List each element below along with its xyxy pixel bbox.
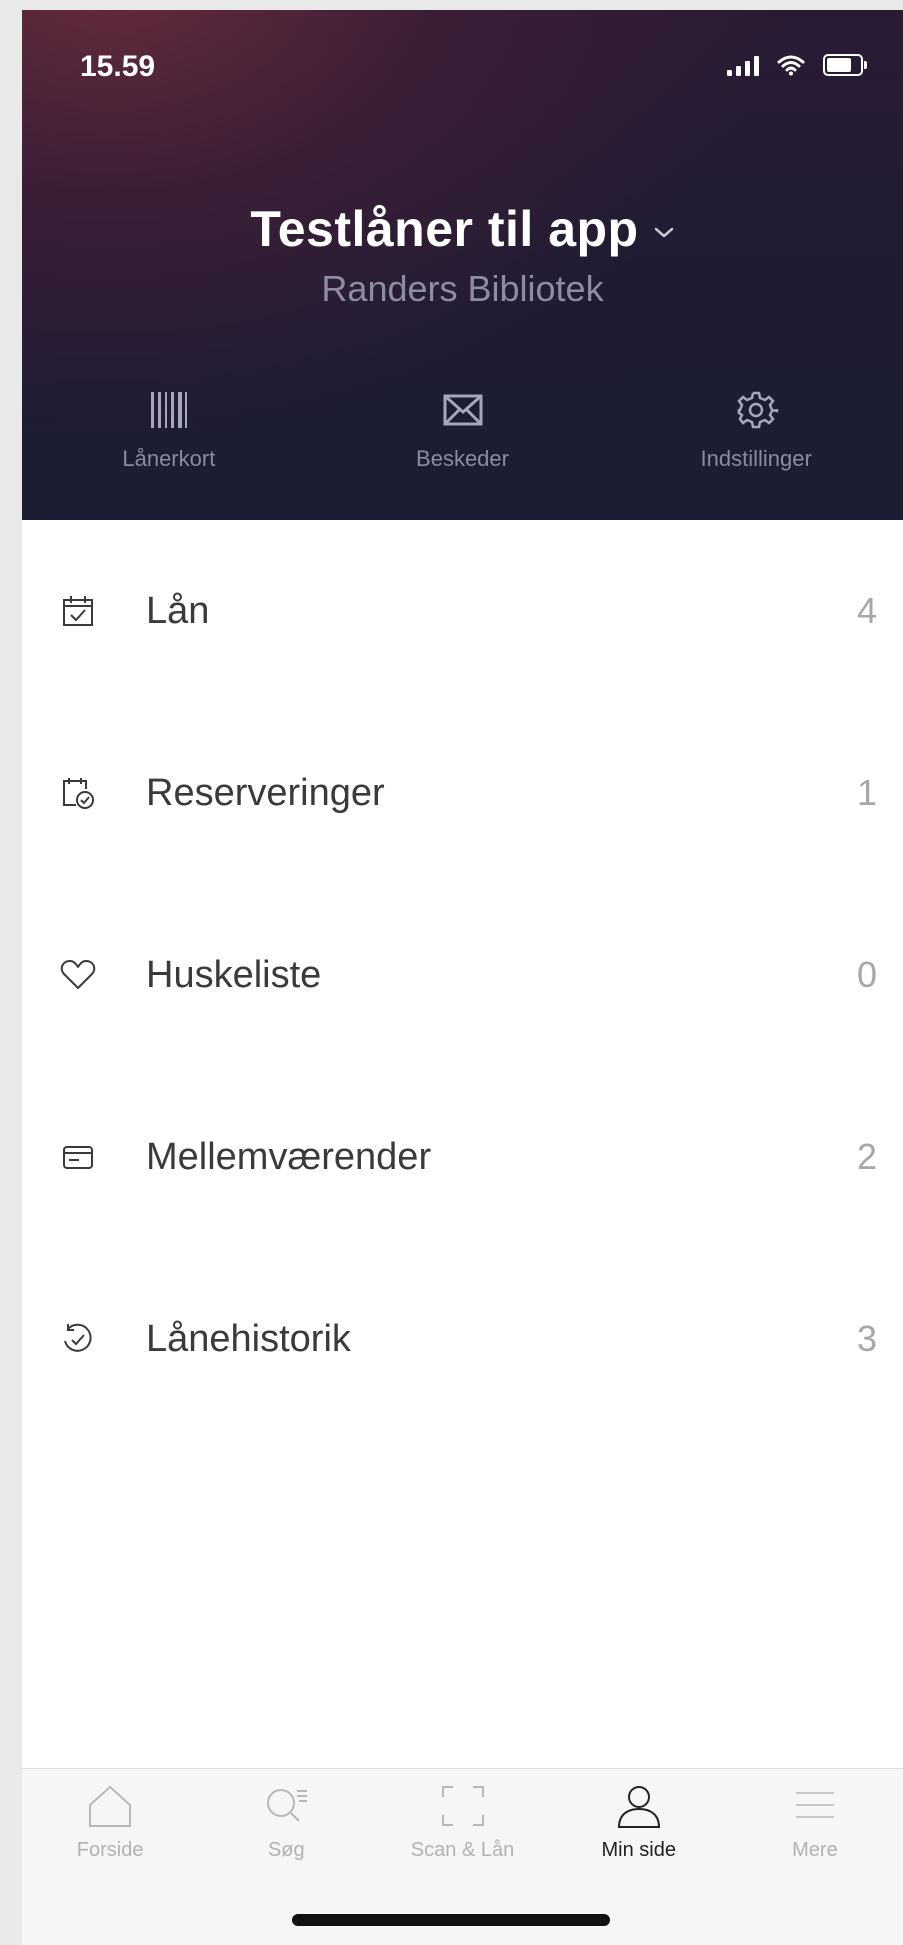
messages-button[interactable]: Beskeder — [316, 388, 610, 472]
menu-item-label: Lånehistorik — [146, 1317, 351, 1360]
menu-item-count: 1 — [856, 772, 877, 813]
tab-home[interactable]: Forside — [22, 1769, 198, 1889]
card-icon — [58, 1137, 98, 1177]
menu-item-wishlist[interactable]: Huskeliste 0 — [22, 884, 903, 1066]
my-page-menu: Lån 4 Reserveringer 1 Huskeliste 0 Melle… — [22, 520, 903, 1430]
menu-item-count: 3 — [856, 1318, 877, 1359]
menu-item-label: Mellemværender — [146, 1135, 432, 1178]
status-time: 15.59 — [80, 50, 156, 83]
menu-item-balances[interactable]: Mellemværender 2 — [22, 1066, 903, 1248]
heart-icon — [58, 955, 98, 995]
chevron-down-icon — [654, 227, 673, 238]
account-header: 15.59 Testlåner til app Randers Bibliote… — [22, 10, 903, 520]
home-indicator[interactable] — [292, 1914, 610, 1926]
history-icon — [58, 1319, 98, 1359]
tab-label: Søg — [267, 1839, 305, 1861]
library-card-button[interactable]: Lånerkort — [22, 388, 316, 472]
tab-label: Mere — [792, 1839, 838, 1861]
tab-scan-loan[interactable]: Scan & Lån — [374, 1769, 550, 1889]
phone-screen: 15.59 Testlåner til app Randers Bibliote… — [22, 10, 903, 1945]
library-name: Randers Bibliotek — [321, 268, 604, 309]
scan-icon — [441, 1786, 484, 1826]
user-icon — [617, 1786, 660, 1828]
search-icon — [267, 1789, 308, 1822]
menu-item-count: 0 — [856, 954, 877, 995]
menu-item-label: Lån — [146, 589, 210, 632]
settings-button[interactable]: Indstillinger — [609, 388, 903, 472]
account-switcher[interactable]: Testlåner til app — [22, 200, 903, 258]
tab-search[interactable]: Søg — [198, 1769, 374, 1889]
menu-item-loan-history[interactable]: Lånehistorik 3 — [22, 1248, 903, 1430]
menu-item-count: 2 — [856, 1136, 877, 1177]
menu-item-label: Huskeliste — [146, 953, 322, 996]
tab-label: Scan & Lån — [410, 1839, 515, 1861]
tab-label: Forside — [76, 1839, 144, 1861]
messages-label: Beskeder — [416, 446, 509, 471]
menu-item-loans[interactable]: Lån 4 — [22, 520, 903, 702]
status-icons — [727, 54, 867, 76]
home-icon — [89, 1785, 132, 1827]
battery-icon — [823, 54, 867, 76]
gear-icon — [737, 391, 779, 429]
tab-label: Min side — [601, 1839, 676, 1861]
calendar-check-icon — [58, 591, 98, 631]
menu-item-count: 4 — [856, 590, 877, 631]
tab-more[interactable]: Mere — [727, 1769, 903, 1889]
menu-icon — [795, 1792, 834, 1818]
account-title: Testlåner til app — [250, 201, 639, 257]
tab-my-page[interactable]: Min side — [551, 1769, 727, 1889]
wifi-icon — [777, 55, 805, 76]
menu-item-label: Reserveringer — [146, 771, 385, 814]
barcode-icon — [150, 392, 187, 428]
reservation-icon — [58, 773, 98, 813]
menu-item-reservations[interactable]: Reserveringer 1 — [22, 702, 903, 884]
signal-icon — [727, 54, 759, 76]
library-card-label: Lånerkort — [122, 446, 216, 471]
mail-icon — [443, 394, 482, 426]
settings-label: Indstillinger — [700, 446, 812, 471]
header-actions: Lånerkort Beskeder Indstillinger — [22, 388, 903, 472]
